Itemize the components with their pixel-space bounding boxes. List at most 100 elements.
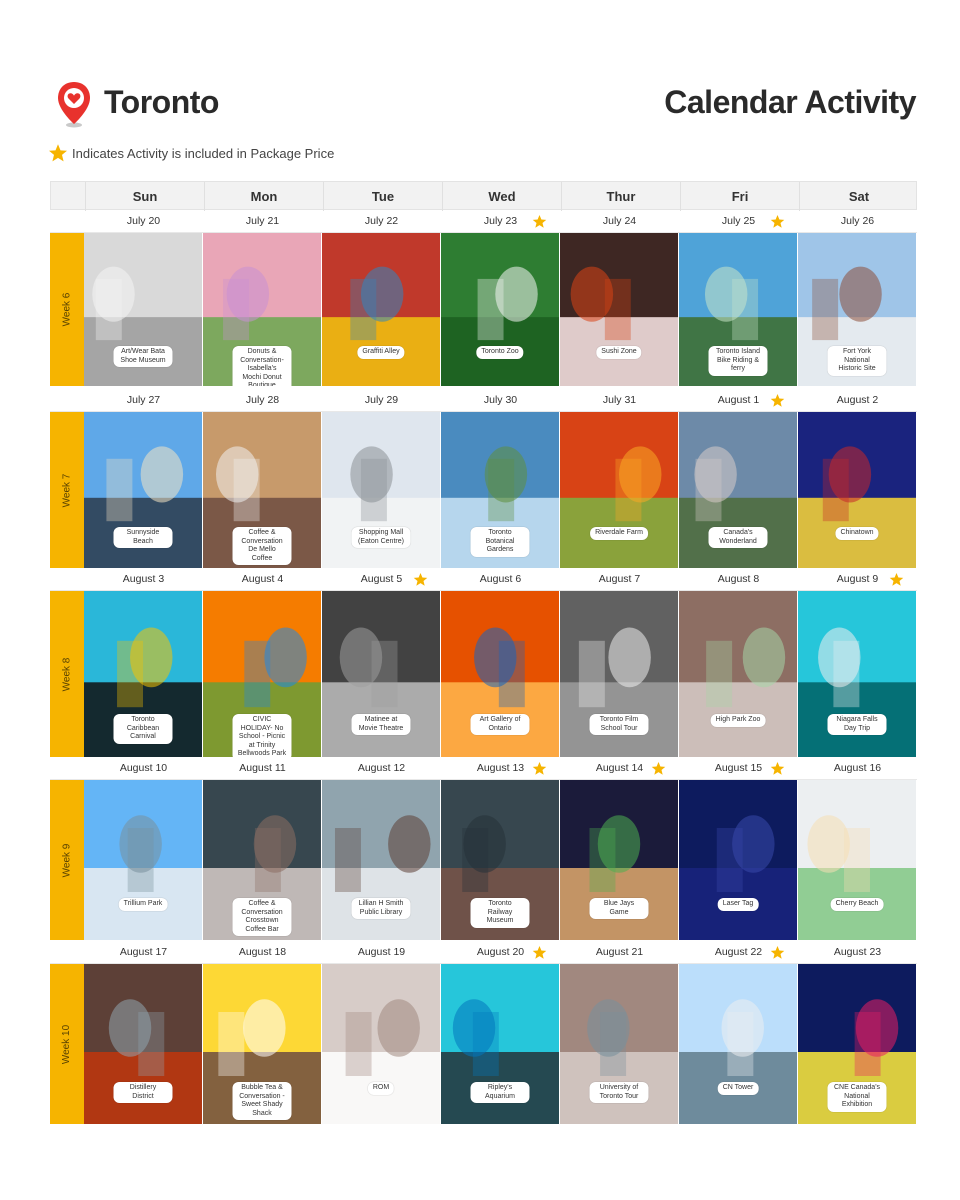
activity-photo-tile[interactable]: CNE Canada's National Exhibition <box>798 964 916 1124</box>
location-pin-heart-icon <box>58 82 90 128</box>
star-icon <box>770 214 785 228</box>
star-icon <box>889 572 904 586</box>
star-icon <box>532 761 547 775</box>
activity-caption: ROM <box>367 1082 395 1095</box>
activity-photo-tile[interactable]: Ripley's Aquarium <box>441 964 559 1124</box>
date-label: August 8 <box>717 573 760 585</box>
legend: Indicates Activity is included in Packag… <box>48 143 334 163</box>
date-row: July 27 July 28 July 29 July 30 July 31 Augus… <box>50 389 917 412</box>
activity-caption: Riverdale Farm <box>590 527 648 540</box>
activity-caption: Canada's Wonderland <box>708 527 768 548</box>
activity-photo-tile[interactable]: Bubble Tea & Conversation - Sweet Shady … <box>203 964 321 1124</box>
activity-photo-tile[interactable]: Toronto Botanical Gardens <box>441 412 559 568</box>
date-label: August 3 <box>122 573 165 585</box>
activity-photo-tile[interactable]: Distillery District <box>84 964 202 1124</box>
activity-photo-tile[interactable]: Donuts & Conversation- Isabella's Mochi … <box>203 233 321 386</box>
activity-photo-tile[interactable]: Blue Jays Game <box>560 780 678 940</box>
activity-photo-tile[interactable]: CN Tower <box>679 964 797 1124</box>
star-icon <box>770 393 785 407</box>
week-label-text: Week 10 <box>61 1024 73 1064</box>
weekday-header-wed: Wed <box>442 182 561 211</box>
activity-photo-tile[interactable]: Graffiti Alley <box>322 233 440 386</box>
activity-photo-tile[interactable]: Niagara Falls Day Trip <box>798 591 916 757</box>
star-icon <box>770 761 785 775</box>
date-row: August 10 August 11 August 12 August 13 Augu… <box>50 757 917 780</box>
date-label: July 26 <box>840 215 875 227</box>
week-label-text: Week 7 <box>61 473 73 507</box>
week-label: Week 6 <box>50 233 84 386</box>
week-block: August 3 August 4 August 5 August 6 August 7… <box>50 568 917 757</box>
week-label-text: Week 9 <box>61 843 73 877</box>
activity-photo-tile[interactable]: Sunnyside Beach <box>84 412 202 568</box>
activity-photo-tile[interactable]: Toronto Island Bike Riding & ferry <box>679 233 797 386</box>
activity-photo-tile[interactable]: Chinatown <box>798 412 916 568</box>
week-block: July 20 July 21 July 22 July 23 July 24 July … <box>50 210 917 386</box>
activity-photo-tile[interactable]: Laser Tag <box>679 780 797 940</box>
activity-caption: University of Toronto Tour <box>589 1082 649 1103</box>
activity-photo-tile[interactable]: Toronto Film School Tour <box>560 591 678 757</box>
activity-caption: Art Gallery of Ontario <box>470 714 530 735</box>
page-title: Calendar Activity <box>664 84 916 120</box>
week-label: Week 9 <box>50 780 84 940</box>
weekday-header-sun: Sun <box>85 182 204 211</box>
weekday-header-tue: Tue <box>323 182 442 211</box>
activity-photo-tile[interactable]: Toronto Zoo <box>441 233 559 386</box>
calendar-grid: Sun Mon Tue Wed Thur Fri Sat July 20 July 21 Jul… <box>50 181 917 1126</box>
date-label: August 7 <box>598 573 641 585</box>
date-label: July 28 <box>245 394 280 406</box>
weekday-header-row: Sun Mon Tue Wed Thur Fri Sat <box>50 181 917 211</box>
activity-caption: Sunnyside Beach <box>113 527 173 548</box>
star-icon <box>532 214 547 228</box>
date-label: August 12 <box>357 762 406 774</box>
activity-photo-tile[interactable]: Coffee & Conversation De Mello Coffee <box>203 412 321 568</box>
activity-caption: Toronto Zoo <box>476 346 524 359</box>
activity-photo-tile[interactable]: Fort York National Historic Site <box>798 233 916 386</box>
activity-photo-tile[interactable]: Art/Wear Bata Shoe Museum <box>84 233 202 386</box>
activity-photo-tile[interactable]: ROM <box>322 964 440 1124</box>
activity-photo-tile[interactable]: Art Gallery of Ontario <box>441 591 559 757</box>
activity-caption: Laser Tag <box>717 898 759 911</box>
legend-text: Indicates Activity is included in Packag… <box>72 145 335 161</box>
date-label: August 17 <box>119 946 168 958</box>
activity-caption: Toronto Railway Museum <box>470 898 530 928</box>
activity-photo-tile[interactable]: Cherry Beach <box>798 780 916 940</box>
activity-photo-tile[interactable]: Trillium Park <box>84 780 202 940</box>
activity-photo-tile[interactable]: Lillian H Smith Public Library <box>322 780 440 940</box>
city-title: Toronto <box>104 84 219 120</box>
date-label: August 19 <box>357 946 406 958</box>
week-block: July 27 July 28 July 29 July 30 July 31 Augus… <box>50 389 917 568</box>
activity-photo-tile[interactable]: CIVIC HOLIDAY- No School - Picnic at Tri… <box>203 591 321 757</box>
week-label-text: Week 6 <box>61 292 73 327</box>
weekday-header-fri: Fri <box>680 182 799 211</box>
week-label-bar: Week 8 <box>50 591 84 757</box>
activity-photo-tile[interactable]: Toronto Caribbean Carnival <box>84 591 202 757</box>
activity-caption: Blue Jays Game <box>589 898 649 919</box>
week-label: Week 7 <box>50 412 84 568</box>
date-label: August 16 <box>833 762 882 774</box>
activity-photo-tile[interactable]: High Park Zoo <box>679 591 797 757</box>
activity-caption: Fort York National Historic Site <box>827 346 887 376</box>
activity-caption: Sushi Zone <box>596 346 642 359</box>
activity-caption: Coffee & Conversation Crosstown Coffee B… <box>232 898 292 936</box>
activity-photo-tile[interactable]: University of Toronto Tour <box>560 964 678 1124</box>
week-label: Week 10 <box>50 964 84 1124</box>
activity-photo-tile[interactable]: Riverdale Farm <box>560 412 678 568</box>
activity-photo-tile[interactable]: Coffee & Conversation Crosstown Coffee B… <box>203 780 321 940</box>
activity-caption: Bubble Tea & Conversation - Sweet Shady … <box>232 1082 292 1120</box>
activity-photo-tile[interactable]: Canada's Wonderland <box>679 412 797 568</box>
date-label: July 29 <box>364 394 399 406</box>
activity-caption: Toronto Island Bike Riding & ferry <box>708 346 768 376</box>
activity-caption: CIVIC HOLIDAY- No School - Picnic at Tri… <box>232 714 292 757</box>
activity-photo-tile[interactable]: Sushi Zone <box>560 233 678 386</box>
date-label: July 27 <box>126 394 161 406</box>
activity-caption: Toronto Film School Tour <box>589 714 649 735</box>
page-header: Toronto Calendar Activity <box>50 76 920 136</box>
date-label: August 2 <box>836 394 879 406</box>
week-label-bar: Week 7 <box>50 412 84 568</box>
star-icon <box>49 144 67 162</box>
week-label-bar: Week 6 <box>50 233 84 386</box>
date-label: August 23 <box>833 946 882 958</box>
activity-photo-tile[interactable]: Toronto Railway Museum <box>441 780 559 940</box>
activity-photo-tile[interactable]: Shopping Mall (Eaton Centre) <box>322 412 440 568</box>
activity-photo-tile[interactable]: Matinee at Movie Theatre <box>322 591 440 757</box>
